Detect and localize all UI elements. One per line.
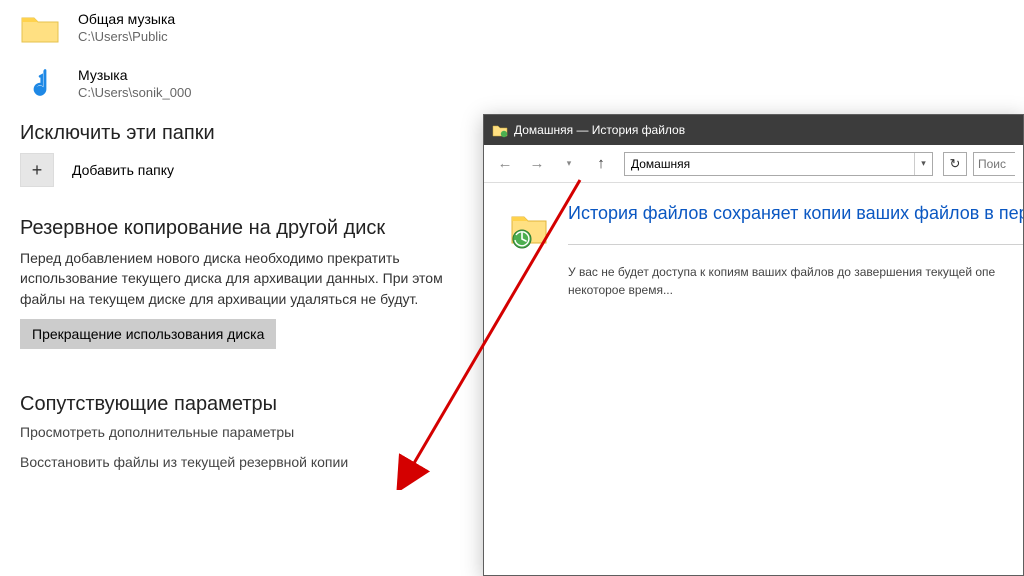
titlebar[interactable]: Домашняя — История файлов <box>484 115 1023 145</box>
address-dropdown[interactable]: ▾ <box>914 153 932 175</box>
file-history-window: Домашняя — История файлов ← → ▾ ↑ ▾ ↻ Ис… <box>483 114 1024 576</box>
folder-path: C:\Users\Public <box>78 29 175 46</box>
file-history-headline: История файлов сохраняет копии ваших фай… <box>568 203 1023 224</box>
address-input[interactable] <box>625 157 914 171</box>
folder-title: Музыка <box>78 66 191 84</box>
backup-other-heading: Резервное копирование на другой диск <box>20 217 460 240</box>
excluded-folder-row[interactable]: Музыка C:\Users\sonik_000 <box>20 66 460 102</box>
search-box[interactable] <box>973 152 1015 176</box>
add-folder-label: Добавить папку <box>72 162 174 178</box>
add-folder-button[interactable]: + <box>20 153 54 187</box>
nav-back-button[interactable]: ← <box>492 151 518 177</box>
backup-other-body: Перед добавлением нового диска необходим… <box>20 248 450 309</box>
app-icon <box>492 122 508 138</box>
link-restore-files[interactable]: Восстановить файлы из текущей резервной … <box>20 454 460 470</box>
address-bar[interactable]: ▾ <box>624 152 933 176</box>
refresh-button[interactable]: ↻ <box>943 152 967 176</box>
nav-up-button[interactable]: ↑ <box>588 151 614 177</box>
related-heading: Сопутствующие параметры <box>20 393 460 416</box>
nav-recent-dropdown[interactable]: ▾ <box>556 151 582 177</box>
search-input[interactable] <box>974 157 1015 171</box>
stop-using-disk-button[interactable]: Прекращение использования диска <box>20 319 276 349</box>
music-icon <box>20 66 60 102</box>
folder-title: Общая музыка <box>78 10 175 28</box>
toolbar: ← → ▾ ↑ ▾ ↻ <box>484 145 1023 183</box>
folder-icon <box>20 10 60 46</box>
folder-path: C:\Users\sonik_000 <box>78 85 191 102</box>
divider <box>568 244 1023 245</box>
file-history-message: У вас не будет доступа к копиям ваших фа… <box>568 263 1023 299</box>
link-more-options[interactable]: Просмотреть дополнительные параметры <box>20 424 460 440</box>
nav-forward-button[interactable]: → <box>524 151 550 177</box>
excluded-folder-row[interactable]: Общая музыка C:\Users\Public <box>20 10 460 46</box>
window-title: Домашняя — История файлов <box>514 123 685 137</box>
exclude-heading: Исключить эти папки <box>20 122 460 145</box>
file-history-icon <box>508 207 550 249</box>
